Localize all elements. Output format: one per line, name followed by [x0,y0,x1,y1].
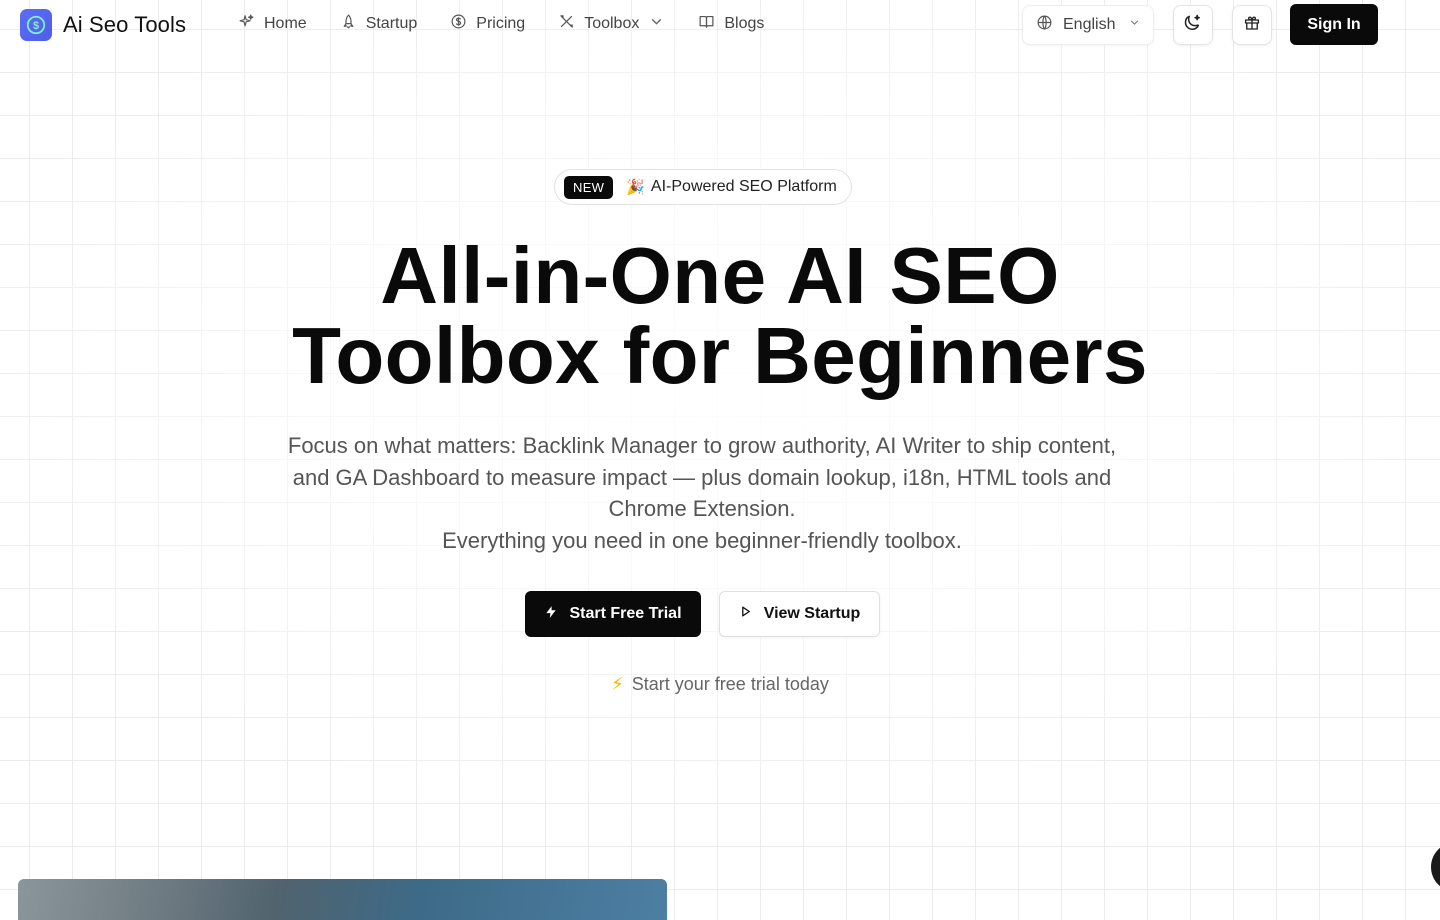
sign-in-button[interactable]: Sign In [1290,4,1378,45]
brand[interactable]: $ Ai Seo Tools [20,9,186,41]
moon-icon [1183,13,1203,38]
top-navbar: $ Ai Seo Tools Home Startup Pricing Tool… [0,0,1440,50]
chat-button[interactable] [1431,842,1440,892]
language-select[interactable]: English [1022,5,1154,45]
start-free-trial-button[interactable]: Start Free Trial [525,591,701,637]
play-icon [739,605,752,623]
party-icon: 🎉 [626,179,645,196]
svg-text:$: $ [33,20,39,32]
nav-pricing[interactable]: Pricing [450,13,525,35]
main-nav: Home Startup Pricing Toolbox Blogs [238,13,797,35]
nav-home-label: Home [264,15,307,32]
chevron-down-icon [1128,16,1141,34]
sparkles-icon [238,13,255,35]
nav-startup[interactable]: Startup [340,13,418,35]
view-startup-label: View Startup [763,605,861,622]
gift-button[interactable] [1232,5,1272,45]
nav-toolbox[interactable]: Toolbox [558,13,665,35]
theme-toggle-button[interactable] [1173,5,1213,45]
logo-icon: $ [20,9,52,41]
lightning-icon: ⚡ [611,674,624,694]
brand-name: Ai Seo Tools [63,12,187,37]
hero-description-text: Focus on what matters: Backlink Manager … [287,433,1117,521]
nav-toolbox-label: Toolbox [584,15,640,32]
gift-icon [1243,14,1261,37]
trial-note-text: Start your free trial today [631,674,829,694]
dollar-circle-icon [450,13,467,35]
view-startup-button[interactable]: View Startup [719,591,880,637]
hero-title-line1: All-in-One AI SEO [380,231,1060,320]
hero-title: All-in-One AI SEO Toolbox for Beginners [0,236,1440,396]
globe-icon [1036,14,1053,36]
new-tag: NEW [564,175,614,199]
nav-startup-label: Startup [365,15,418,32]
start-free-trial-label: Start Free Trial [569,605,682,622]
rocket-icon [340,13,357,35]
tools-icon [558,13,575,35]
lightning-icon [544,604,558,625]
trial-note: ⚡ Start your free trial today [0,674,1440,695]
announcement-badge[interactable]: NEW 🎉 AI-Powered SEO Platform [554,169,852,205]
nav-blogs-label: Blogs [724,15,765,32]
nav-home[interactable]: Home [238,13,307,35]
hero-tagline: Everything you need in one beginner-frie… [442,527,962,553]
hero-description: Focus on what matters: Backlink Manager … [270,430,1134,556]
language-label: English [1063,16,1116,33]
nav-blogs[interactable]: Blogs [698,13,764,35]
product-preview-image [18,879,667,920]
chevron-down-icon [648,13,665,35]
book-icon [698,13,715,35]
hero-title-line2: Toolbox for Beginners [292,311,1148,400]
badge-text: AI-Powered SEO Platform [650,178,837,195]
nav-pricing-label: Pricing [476,15,526,32]
